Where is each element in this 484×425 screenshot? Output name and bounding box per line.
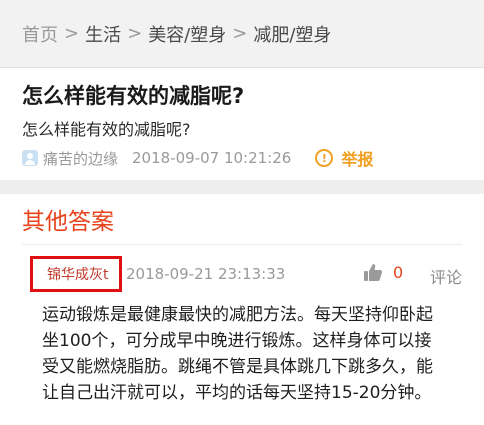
question-author[interactable]: 痛苦的边缘 — [43, 148, 118, 169]
page: 首页 > 生活 > 美容/塑身 > 减肥/塑身 怎么样能有效的减脂呢? 怎么样能… — [0, 0, 484, 425]
answer-author[interactable]: 锦华成灰t — [47, 264, 109, 284]
question-time: 2018-09-07 10:21:26 — [132, 149, 292, 167]
answer-line: 受又能燃烧脂肪。跳绳不管是具体跳几下跳多久，能 — [42, 357, 433, 377]
report-button[interactable]: ! 举报 — [315, 146, 373, 170]
report-label: 举报 — [341, 150, 374, 169]
breadcrumb-separator: > — [127, 23, 143, 44]
section-divider — [0, 180, 484, 194]
divider — [22, 244, 462, 245]
user-icon — [22, 150, 38, 166]
question-card: 怎么样能有效的减脂呢? 怎么样能有效的减脂呢? 痛苦的边缘 2018-09-07… — [0, 68, 484, 180]
answer-time: 2018-09-21 23:13:33 — [126, 265, 286, 283]
breadcrumb-separator: > — [64, 23, 80, 44]
like-button[interactable]: 0 — [363, 263, 403, 282]
answer-meta: 锦华成灰t 2018-09-21 23:13:33 0 评论 — [30, 256, 470, 292]
breadcrumb: 首页 > 生活 > 美容/塑身 > 减肥/塑身 — [0, 0, 484, 68]
answers-heading: 其他答案 — [22, 209, 114, 235]
breadcrumb-home[interactable]: 首页 — [22, 21, 58, 47]
breadcrumb-weight-loss[interactable]: 减肥/塑身 — [253, 21, 331, 47]
comment-button[interactable]: 评论 — [430, 264, 462, 288]
thumbs-up-icon — [364, 264, 382, 281]
answer-author-highlight: 锦华成灰t — [30, 256, 122, 292]
answer-line: 运动锻炼是最健康最快的减肥方法。每天坚持仰卧起 — [42, 305, 433, 325]
question-meta: 痛苦的边缘 2018-09-07 10:21:26 ! 举报 — [22, 146, 373, 170]
breadcrumb-life[interactable]: 生活 — [85, 21, 121, 47]
like-count: 0 — [393, 263, 404, 282]
breadcrumb-separator: > — [232, 23, 248, 44]
answer-body: 运动锻炼是最健康最快的减肥方法。每天坚持仰卧起 坐100个，可分成早中晚进行锻炼… — [42, 302, 470, 406]
warning-circle-icon: ! — [315, 149, 334, 167]
question-title: 怎么样能有效的减脂呢? — [22, 84, 245, 108]
breadcrumb-beauty[interactable]: 美容/塑身 — [148, 21, 226, 47]
answer-line: 让自己出汗就可以，平均的话每天坚持15-20分钟。 — [42, 383, 432, 403]
answer-line: 坐100个，可分成早中晚进行锻炼。这样身体可以接 — [42, 331, 432, 351]
question-body: 怎么样能有效的减脂呢? — [22, 120, 191, 139]
